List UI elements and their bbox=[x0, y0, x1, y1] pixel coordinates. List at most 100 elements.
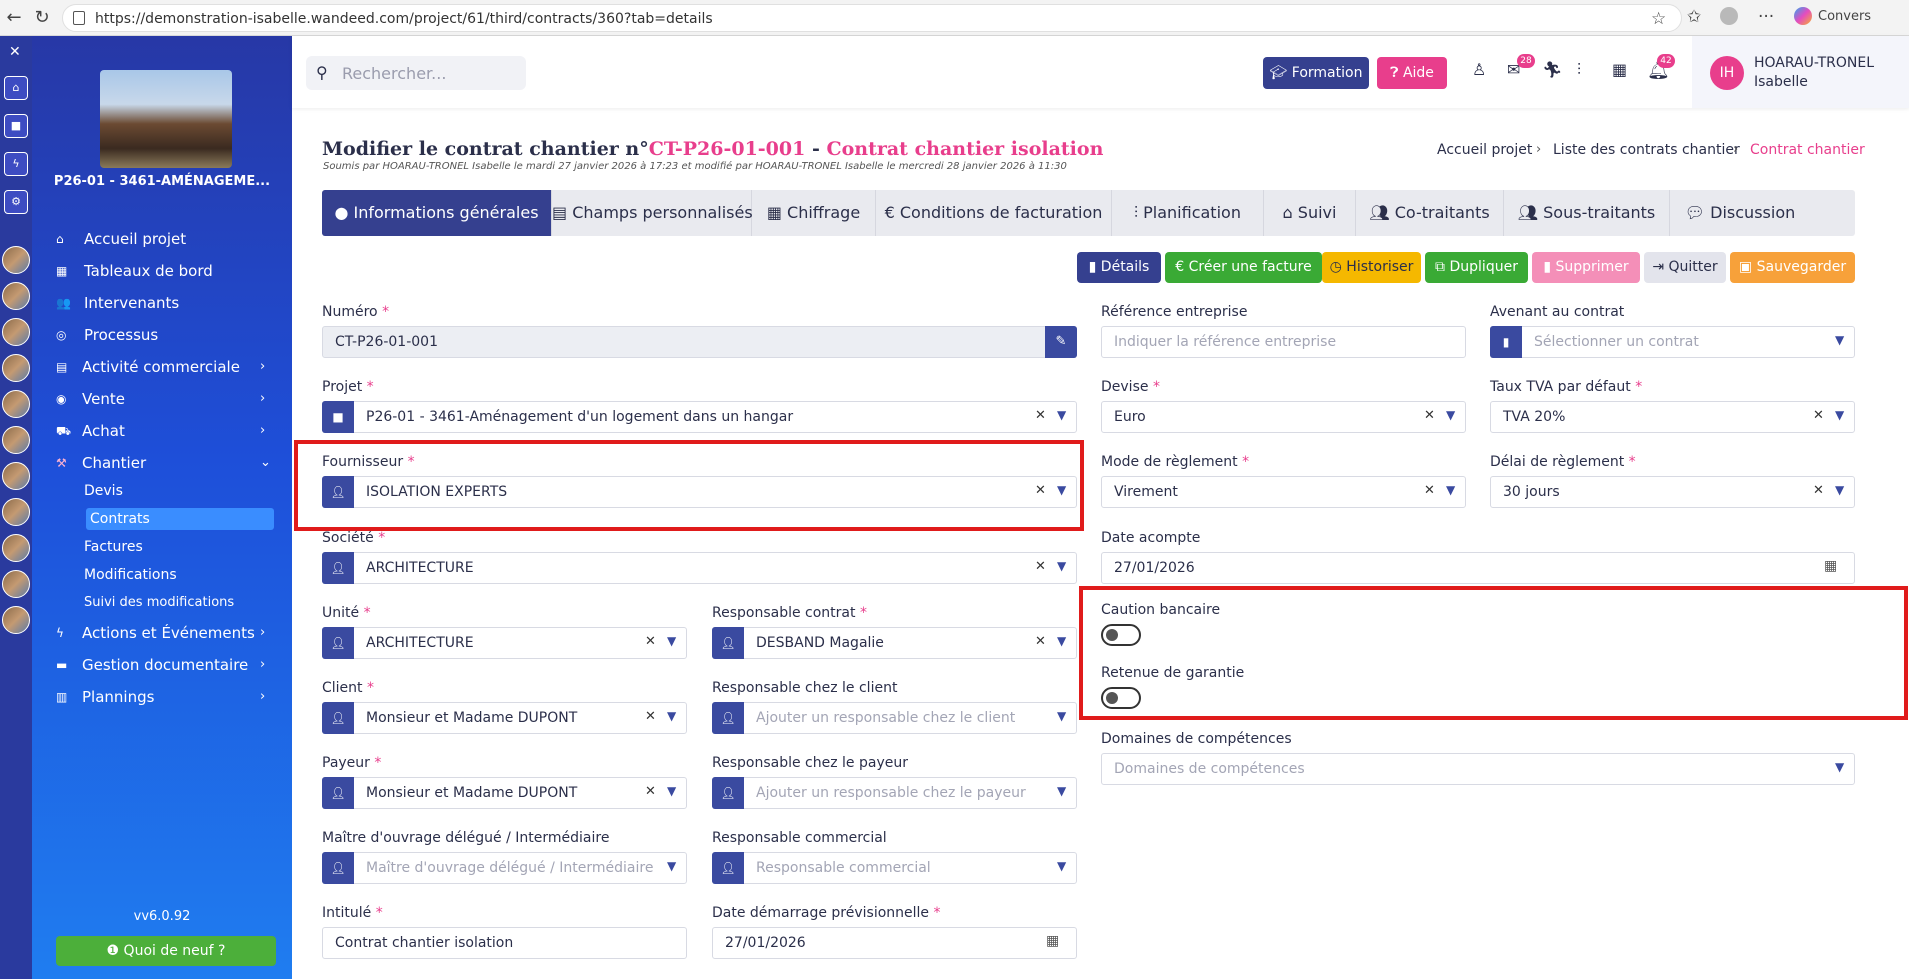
chevron-down-icon[interactable]: ▼ bbox=[1835, 408, 1844, 422]
chevron-down-icon[interactable]: ▼ bbox=[1057, 859, 1066, 873]
chevron-down-icon[interactable]: ▼ bbox=[1835, 483, 1844, 497]
project-thumbnail[interactable] bbox=[2, 246, 30, 274]
back-icon[interactable]: ← bbox=[2, 6, 26, 30]
sidebar-item-tableaux[interactable]: ▦ Tableaux de bord bbox=[32, 258, 292, 284]
chevron-down-icon[interactable]: ▼ bbox=[1057, 634, 1066, 648]
home-icon[interactable]: ⌂ bbox=[4, 76, 28, 100]
more-icon[interactable]: ··· bbox=[1758, 7, 1774, 27]
clear-icon[interactable]: ✕ bbox=[1424, 408, 1435, 423]
quit-button[interactable]: ⇥ Quitter bbox=[1644, 252, 1726, 283]
tab-discussion[interactable]: 💬︎ Discussion bbox=[1670, 190, 1810, 236]
clear-icon[interactable]: ✕ bbox=[1035, 408, 1046, 423]
chevron-down-icon[interactable]: ▼ bbox=[1446, 408, 1455, 422]
mail-icon[interactable]: ✉ 28 bbox=[1507, 54, 1535, 79]
chevron-down-icon[interactable]: ▼ bbox=[1057, 408, 1066, 422]
chevron-down-icon[interactable]: ▼ bbox=[1057, 784, 1066, 798]
help-button[interactable]: ❓︎ Aide bbox=[1377, 57, 1447, 89]
numero-field[interactable]: CT-P26-01-001 ✎ bbox=[322, 326, 1077, 358]
sidebar-item-processus[interactable]: ◎ Processus bbox=[32, 322, 292, 348]
clear-icon[interactable]: ✕ bbox=[645, 634, 656, 649]
resp-client-select[interactable]: 👤︎ Ajouter un responsable chez le client ▼ bbox=[712, 702, 1077, 734]
copilot-icon[interactable] bbox=[1794, 7, 1812, 25]
whats-new-button[interactable]: ❶ Quoi de neuf ? bbox=[56, 936, 276, 966]
moa-select[interactable]: 👤︎ Maître d'ouvrage délégué / Intermédiai… bbox=[322, 852, 687, 884]
run-icon[interactable]: 🏃︎ bbox=[1542, 60, 1562, 79]
sidebar-sub-modifications[interactable]: Modifications bbox=[84, 564, 177, 586]
save-button[interactable]: ▣ Sauvegarder bbox=[1730, 252, 1855, 283]
unite-select[interactable]: 👤︎ ARCHITECTURE ✕ ▼ bbox=[322, 627, 687, 659]
tab-informations[interactable]: ● Informations générales bbox=[322, 190, 552, 236]
project-thumbnail[interactable] bbox=[2, 462, 30, 490]
calendar-icon[interactable]: ▦ bbox=[1046, 933, 1059, 949]
sidebar-item-ged[interactable]: ▬ Gestion documentaire › bbox=[32, 652, 292, 678]
history-button[interactable]: ◷ Historiser bbox=[1322, 252, 1421, 283]
sidebar-item-actions[interactable]: ϟ Actions et Événements › bbox=[32, 620, 292, 646]
chevron-down-icon[interactable]: ▼ bbox=[1057, 709, 1066, 723]
clear-icon[interactable]: ✕ bbox=[1813, 483, 1824, 498]
sidebar-item-activite[interactable]: ▤ Activité commerciale › bbox=[32, 354, 292, 380]
delete-button[interactable]: ▮ Supprimer bbox=[1532, 252, 1640, 283]
calendar-icon[interactable]: ▦ bbox=[1824, 558, 1837, 574]
resp-commercial-select[interactable]: 👤︎ Responsable commercial ▼ bbox=[712, 852, 1077, 884]
resp-contrat-select[interactable]: 👤︎ DESBAND Magalie ✕ ▼ bbox=[712, 627, 1077, 659]
briefcase-icon[interactable]: ■ bbox=[4, 114, 28, 138]
clear-icon[interactable]: ✕ bbox=[1035, 559, 1046, 574]
date-acompte-input[interactable]: 27/01/2026 ▦ bbox=[1101, 552, 1855, 584]
project-thumbnail[interactable] bbox=[2, 390, 30, 418]
favorite-star-icon[interactable]: ☆ bbox=[1651, 9, 1666, 29]
chevron-down-icon[interactable]: ▼ bbox=[1057, 559, 1066, 573]
project-thumbnail[interactable] bbox=[2, 498, 30, 526]
close-icon[interactable]: ✕ bbox=[9, 44, 21, 60]
avenant-select[interactable]: ▮ Sélectionner un contrat ▼ bbox=[1490, 326, 1855, 358]
gear-icon[interactable]: ⚙ bbox=[4, 190, 28, 214]
bolt-icon[interactable]: ϟ bbox=[4, 152, 28, 176]
clear-icon[interactable]: ✕ bbox=[645, 709, 656, 724]
user-menu[interactable]: IH HOARAU-TRONEL Isabelle bbox=[1692, 36, 1909, 108]
sidebar-item-achat[interactable]: ⛟ Achat › bbox=[32, 418, 292, 444]
client-select[interactable]: 👤︎ Monsieur et Madame DUPONT ✕ ▼ bbox=[322, 702, 687, 734]
payeur-select[interactable]: 👤︎ Monsieur et Madame DUPONT ✕ ▼ bbox=[322, 777, 687, 809]
tva-select[interactable]: TVA 20% ✕ ▼ bbox=[1490, 401, 1855, 433]
sidebar-item-vente[interactable]: ◉ Vente › bbox=[32, 386, 292, 412]
chevron-down-icon[interactable]: ▼ bbox=[1835, 760, 1844, 774]
chevron-down-icon[interactable]: ▼ bbox=[667, 784, 676, 798]
breadcrumb-liste[interactable]: Liste des contrats chantier bbox=[1553, 142, 1740, 158]
clear-icon[interactable]: ✕ bbox=[1813, 408, 1824, 423]
sliders-icon[interactable]: ⫶ bbox=[1577, 60, 1581, 80]
create-invoice-button[interactable]: € Créer une facture bbox=[1165, 252, 1322, 283]
project-thumbnail[interactable] bbox=[2, 534, 30, 562]
formation-button[interactable]: 🎓︎ Formation bbox=[1263, 57, 1369, 89]
clear-icon[interactable]: ✕ bbox=[645, 784, 656, 799]
chevron-down-icon[interactable]: ▼ bbox=[1446, 483, 1455, 497]
tab-suivi[interactable]: ⌂ Suivi bbox=[1264, 190, 1356, 236]
devise-select[interactable]: Euro ✕ ▼ bbox=[1101, 401, 1466, 433]
details-button[interactable]: ▮ Détails bbox=[1077, 252, 1161, 283]
societe-select[interactable]: 👤︎ ARCHITECTURE ✕ ▼ bbox=[322, 552, 1077, 584]
date-demarrage-input[interactable]: 27/01/2026 ▦ bbox=[712, 927, 1077, 959]
sidebar-sub-devis[interactable]: Devis bbox=[84, 480, 123, 502]
site-info-icon[interactable] bbox=[73, 11, 85, 25]
chevron-down-icon[interactable]: ▼ bbox=[1835, 333, 1844, 347]
duplicate-button[interactable]: ⧉ Dupliquer bbox=[1425, 252, 1528, 283]
tab-soustraitants[interactable]: 👥︎ Sous-traitants bbox=[1504, 190, 1670, 236]
tab-chiffrage[interactable]: ▦ Chiffrage bbox=[752, 190, 876, 236]
clear-icon[interactable]: ✕ bbox=[1424, 483, 1435, 498]
user-icon[interactable]: ♙ bbox=[1472, 60, 1486, 79]
sidebar-item-intervenants[interactable]: 👥 Intervenants bbox=[32, 290, 292, 316]
profile-icon[interactable] bbox=[1720, 7, 1738, 25]
project-name[interactable]: P26-01 - 3461-AMÉNAGEME... bbox=[42, 174, 282, 189]
sidebar-sub-factures[interactable]: Factures bbox=[84, 536, 143, 558]
calendar-icon[interactable]: ▦ bbox=[1612, 60, 1627, 79]
resp-payeur-select[interactable]: 👤︎ Ajouter un responsable chez le payeur ▼ bbox=[712, 777, 1077, 809]
mode-reglement-select[interactable]: Virement ✕ ▼ bbox=[1101, 476, 1466, 508]
sidebar-item-accueil[interactable]: ⌂ Accueil projet bbox=[32, 226, 292, 252]
project-thumbnail[interactable] bbox=[2, 426, 30, 454]
chevron-down-icon[interactable]: ▼ bbox=[667, 634, 676, 648]
breadcrumb-accueil[interactable]: Accueil projet bbox=[1437, 142, 1532, 158]
project-thumbnail[interactable] bbox=[2, 354, 30, 382]
tab-champs[interactable]: ▤ Champs personnalisés bbox=[552, 190, 753, 236]
sidebar-item-chantier[interactable]: ⚒ Chantier ⌄ bbox=[32, 450, 292, 476]
ref-entreprise-input[interactable]: Indiquer la référence entreprise bbox=[1101, 326, 1466, 358]
chevron-down-icon[interactable]: ▼ bbox=[667, 709, 676, 723]
intitule-input[interactable]: Contrat chantier isolation bbox=[322, 927, 687, 959]
